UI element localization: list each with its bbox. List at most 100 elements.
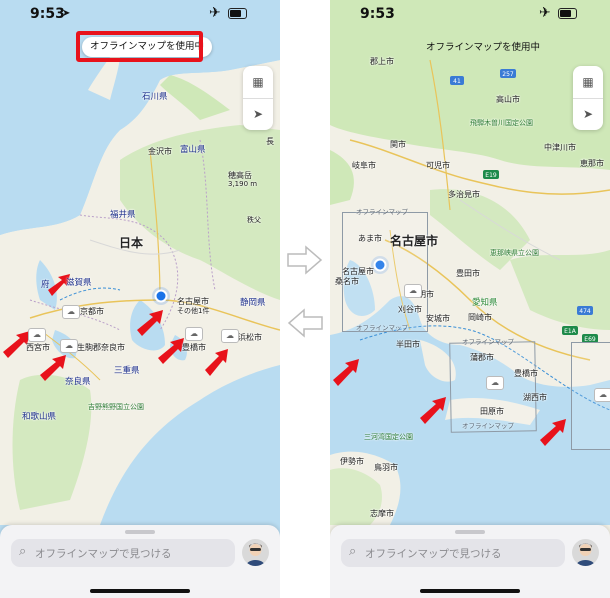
map-label: 三重県 (114, 366, 140, 376)
bottom-sheet: ⌕ オフラインマップで見つける (330, 525, 610, 598)
battery-icon (228, 8, 247, 19)
map-label: 豊橋市 (182, 343, 206, 352)
offline-map-label: オフラインマップ (356, 208, 408, 216)
map-label: 長 (266, 137, 274, 146)
home-indicator (420, 589, 520, 593)
map-label: 西宮市 (26, 343, 50, 352)
download-icon[interactable]: ☁ (62, 305, 80, 319)
offline-map-label: オフラインマップ (356, 324, 408, 332)
svg-text:257: 257 (502, 71, 514, 78)
svg-text:474: 474 (579, 308, 591, 315)
map-label: 日本 (119, 236, 144, 250)
map-label: 岡崎市 (468, 313, 492, 322)
status-bar: 9:53 ➤ ✈ (0, 0, 280, 30)
search-input[interactable]: ⌕ オフラインマップで見つける (341, 539, 565, 567)
airplane-icon: ✈ (209, 5, 221, 21)
search-input[interactable]: ⌕ オフラインマップで見つける (11, 539, 235, 567)
map-label: 恵那市 (580, 159, 604, 168)
map-label: 豊橋市 (514, 369, 538, 378)
navigation-icon[interactable]: ➤ (243, 98, 273, 130)
search-placeholder: オフラインマップで見つける (35, 548, 172, 560)
location-arrow-icon: ➤ (62, 8, 71, 19)
download-icon[interactable]: ☁ (594, 388, 610, 402)
offline-map-label: オフラインマップ (462, 338, 514, 346)
clock: 9:53 (360, 6, 395, 22)
status-bar: 9:53 ✈ (330, 0, 610, 30)
left-map[interactable] (0, 0, 280, 598)
arrow-right-icon (287, 245, 323, 275)
map-label: 吉野熊野国立公園 (88, 403, 144, 411)
download-icon[interactable]: ☁ (185, 327, 203, 341)
clock: 9:53 (30, 6, 65, 22)
map-label: 志摩市 (370, 509, 394, 518)
map-label: 郡上市 (370, 57, 394, 66)
home-indicator (90, 589, 190, 593)
map-label: 名古屋市 (390, 234, 439, 248)
search-placeholder: オフラインマップで見つける (365, 548, 502, 560)
map-label: 鳥羽市 (374, 463, 398, 472)
map-label: 湖西市 (523, 393, 547, 402)
map-label: 安城市 (426, 314, 450, 323)
svg-text:41: 41 (453, 78, 461, 85)
avatar-icon[interactable] (242, 539, 269, 566)
download-icon[interactable]: ☁ (60, 339, 78, 353)
map-label: 岐阜市 (352, 161, 376, 170)
map-label: あま市 (358, 234, 382, 243)
map-label: 静岡県 (240, 298, 266, 308)
svg-text:E1A: E1A (564, 328, 577, 335)
map-label: 石川県 (142, 92, 168, 102)
offline-map-label: オフラインマップ (462, 422, 514, 430)
map-label: 三河湾国定公園 (364, 433, 413, 441)
map-label: 府 (41, 280, 50, 290)
map-label: 刈谷市 (398, 305, 422, 314)
sheet-grabber[interactable] (125, 530, 155, 534)
navigation-icon[interactable]: ➤ (573, 98, 603, 130)
offline-map-banner[interactable]: オフラインマップを使用中 (418, 38, 548, 58)
map-label: 伊勢市 (340, 457, 364, 466)
highlight-box (76, 31, 203, 62)
map-label: 恵那峡県立公園 (490, 249, 539, 257)
search-icon: ⌕ (349, 544, 357, 559)
map-icon[interactable]: ▦ (573, 66, 603, 99)
map-label: 半田市 (396, 340, 420, 349)
map-label: 滋賀県 (66, 278, 92, 288)
map-icon[interactable]: ▦ (243, 66, 273, 99)
map-label: 奈良県 (65, 377, 91, 387)
download-icon[interactable]: ☁ (221, 329, 239, 343)
download-icon[interactable]: ☁ (404, 284, 422, 298)
map-label: 浜松市 (238, 333, 262, 342)
download-icon[interactable]: ☁ (486, 376, 504, 390)
map-label: 蒲郡市 (470, 353, 494, 362)
map-label: 和歌山県 (22, 412, 57, 422)
map-label: 中津川市 (544, 143, 576, 152)
map-label: 高山市 (496, 95, 520, 104)
map-controls: ▦ ➤ (573, 66, 603, 130)
map-label: 多治見市 (448, 190, 480, 199)
bottom-sheet: ⌕ オフラインマップで見つける (0, 525, 280, 598)
map-label: 関市 (390, 140, 406, 149)
airplane-icon: ✈ (539, 5, 551, 21)
svg-text:E19: E19 (485, 172, 497, 179)
download-icon[interactable]: ☁ (28, 328, 46, 342)
map-label: 金沢市 (148, 147, 172, 156)
map-label: 飛騨木曽川国定公園 (470, 119, 533, 127)
map-label: 可児市 (426, 161, 450, 170)
map-label: 京都市 (80, 307, 104, 316)
battery-icon (558, 8, 577, 19)
left-phone-screen: 9:53 ➤ ✈ オフラインマップを使用中 ▦ ➤ 石川県 金沢市 富山県 長 … (0, 0, 280, 598)
sheet-grabber[interactable] (455, 530, 485, 534)
map-label: 田原市 (480, 407, 504, 416)
map-label: 富山県 (180, 145, 206, 155)
map-label: 桑名市 (335, 277, 359, 286)
map-label: 豊田市 (456, 269, 480, 278)
arrow-left-icon (287, 308, 323, 338)
map-label: 3,190 m (228, 180, 258, 188)
map-label: その他1件 (177, 307, 210, 315)
map-label: 愛知県 (472, 298, 498, 308)
right-phone-screen: 41 257 E19 E1A E69 474 オフラインマップ オフラインマップ… (330, 0, 610, 598)
map-label: 秩父 (247, 216, 261, 224)
map-label: 生駒郡奈良市 (77, 343, 125, 352)
avatar-icon[interactable] (572, 539, 599, 566)
map-label: 福井県 (110, 210, 136, 220)
map-controls: ▦ ➤ (243, 66, 273, 130)
